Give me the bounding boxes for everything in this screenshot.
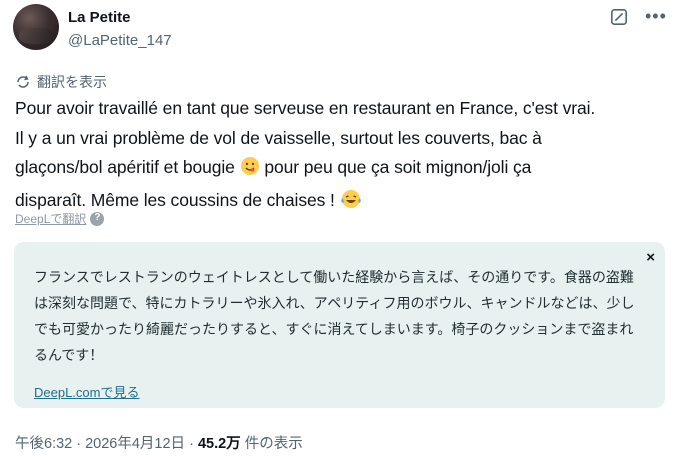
translated-by-label[interactable]: DeepLで翻訳 (15, 210, 86, 227)
info-icon[interactable] (90, 211, 105, 226)
close-translation-icon[interactable]: × (646, 249, 655, 266)
tweet-line-4: disparaît. Même les coussins de chaises … (15, 189, 340, 210)
tweet-meta: 午後6:32 · 2026年4月12日 · 45.2万 件の表示 (15, 432, 303, 453)
tweet-line-1: Pour avoir travaillé en tant que serveus… (15, 98, 596, 118)
translated-by-deepl: DeepLで翻訳 (15, 210, 105, 227)
author-name[interactable]: La Petite (68, 9, 131, 26)
avatar[interactable] (13, 4, 59, 50)
translation-text: フランスでレストランのウェイトレスとして働いた経験から言えば、その通りです。食器… (34, 269, 635, 363)
more-options-icon[interactable]: ••• (645, 6, 667, 27)
tweet-text: Pour avoir travaillé en tant que serveus… (15, 94, 675, 218)
view-count: 45.2万 (197, 436, 241, 452)
views-label: 件の表示 (240, 436, 303, 452)
tears-of-joy-emoji (340, 189, 362, 219)
author-handle[interactable]: @LaPetite_147 (68, 32, 172, 49)
tweet-line-2: Il y a un vrai problème de vol de vaisse… (15, 127, 542, 148)
tweet-line-3b: pour peu que ça soit mignon/joli ça (259, 157, 532, 177)
translate-icon (17, 75, 29, 88)
show-translation-label: 翻訳を表示 (37, 74, 107, 90)
deepl-com-link[interactable]: DeepL.comで見る (34, 382, 139, 401)
face-savoring-food-emoji (240, 156, 260, 186)
tweet-line-3a: glaçons/bol apéritif et bougie (15, 157, 240, 177)
grok-icon[interactable] (610, 8, 628, 26)
translation-box: × フランスでレストランのウェイトレスとして働いた経験から言えば、その通りです。… (14, 242, 665, 408)
timestamp[interactable]: 午後6:32 · 2026年4月12日 · (15, 436, 198, 452)
show-translation-link[interactable]: 翻訳を表示 (15, 72, 107, 92)
